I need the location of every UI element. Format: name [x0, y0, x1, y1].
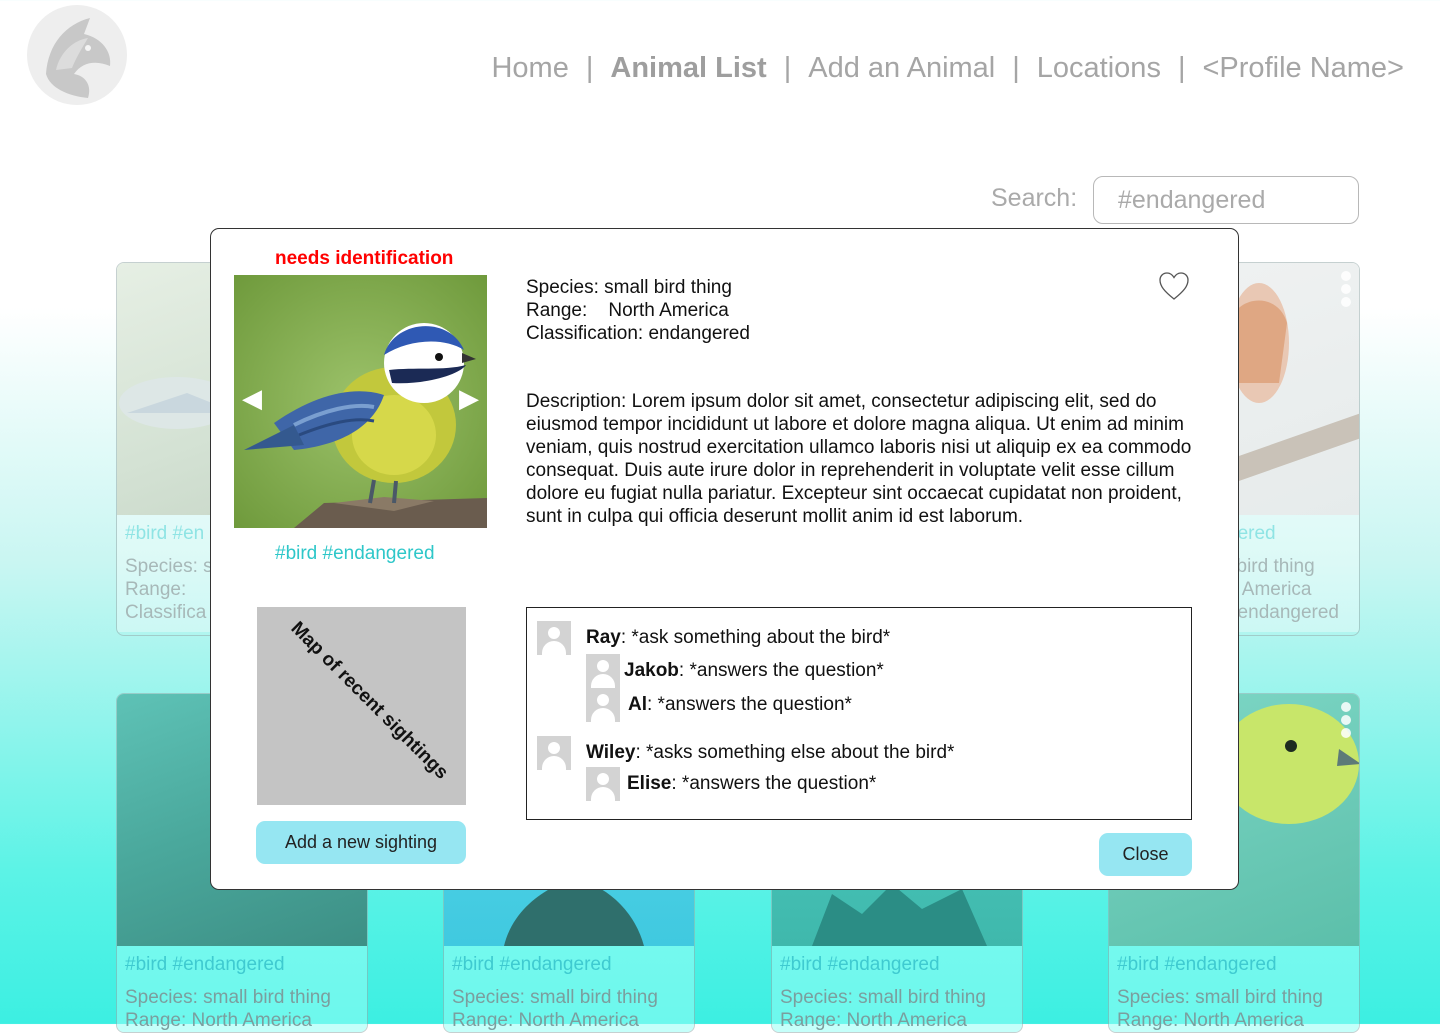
comment-user[interactable]: Jakob	[624, 660, 679, 681]
nav-profile[interactable]: <Profile Name>	[1203, 52, 1405, 85]
next-photo-icon[interactable]: ▶	[459, 385, 479, 411]
animal-species: Species: small bird thing	[526, 277, 732, 298]
animal-classification: Classification: endangered	[526, 323, 750, 344]
comment-text: : *answers the question*	[678, 660, 884, 681]
card-species: Species: small bird thing	[452, 987, 658, 1008]
animal-detail-modal: needs identification ◀ ▶ #bird #endanger…	[210, 228, 1239, 890]
comments-panel: Ray: *ask something about the bird* Jako…	[526, 607, 1192, 820]
card-species: Species: small bird thing	[1117, 987, 1323, 1008]
nav-separator: |	[1177, 52, 1186, 84]
comment-text: : *answers the question*	[647, 694, 852, 715]
card-species: Species: small bird thing	[780, 987, 986, 1008]
nav-animal-list[interactable]: Animal List	[610, 52, 766, 85]
comment-reply: Al: *answers the question*	[586, 688, 852, 722]
card-range: Range: North America	[452, 1010, 639, 1031]
comment-text: : *answers the question*	[671, 773, 877, 794]
animal-info: Species: small bird thing Range: North A…	[526, 276, 750, 345]
wolf-logo-icon	[27, 5, 127, 105]
card-menu-icon[interactable]	[1341, 702, 1351, 738]
add-sighting-button[interactable]: Add a new sighting	[256, 821, 466, 864]
card-tags: #bird #endangered	[452, 954, 612, 975]
comment-reply: Elise: *answers the question*	[586, 767, 876, 801]
comment-user[interactable]: Wiley	[586, 742, 635, 763]
comment-reply: Jakob: *answers the question*	[586, 654, 884, 688]
avatar-icon	[537, 621, 571, 655]
favorite-heart-icon[interactable]	[1158, 271, 1190, 301]
card-range: Range: North America	[125, 1010, 312, 1031]
animal-main-photo: ◀ ▶	[234, 275, 487, 528]
comment-user[interactable]: Al	[628, 694, 647, 715]
nav-separator: |	[585, 52, 594, 84]
comment-text: : *asks something else about the bird*	[635, 742, 955, 763]
nav-locations[interactable]: Locations	[1037, 52, 1161, 85]
card-range: Range: North America	[1117, 1010, 1304, 1031]
comment: Ray: *ask something about the bird*	[537, 621, 890, 655]
main-nav: Home | Animal List | Add an Animal | Loc…	[491, 52, 1404, 85]
map-label: Map of recent sightings	[286, 617, 453, 784]
avatar-icon	[586, 654, 620, 688]
animal-description: Description: Lorem ipsum dolor sit amet,…	[526, 391, 1192, 527]
nav-add-animal[interactable]: Add an Animal	[808, 52, 995, 85]
recent-sightings-map[interactable]: Map of recent sightings	[257, 607, 466, 805]
search-label: Search:	[991, 184, 1078, 212]
comment: Wiley: *asks something else about the bi…	[537, 736, 954, 770]
comment-user[interactable]: Elise	[627, 773, 671, 794]
card-tags: #bird #endangered	[125, 954, 285, 975]
card-tags: #bird #endangered	[780, 954, 940, 975]
card-menu-icon[interactable]	[1341, 271, 1351, 307]
search-input[interactable]	[1093, 176, 1359, 224]
animal-tags[interactable]: #bird #endangered	[275, 543, 435, 565]
avatar-icon	[586, 767, 620, 801]
card-species: Species: small bird thing	[125, 987, 331, 1008]
card-tags: #bird #endangered	[1117, 954, 1277, 975]
avatar-icon	[537, 736, 571, 770]
card-range: Range: North America	[780, 1010, 967, 1031]
nav-home[interactable]: Home	[491, 52, 568, 85]
animal-range: Range: North America	[526, 300, 729, 321]
nav-separator: |	[783, 52, 792, 84]
comment-text: : *ask something about the bird*	[620, 627, 891, 648]
nav-separator: |	[1012, 52, 1020, 84]
needs-identification-flag: needs identification	[275, 248, 454, 269]
avatar-icon	[586, 688, 620, 722]
previous-photo-icon[interactable]: ◀	[242, 385, 262, 411]
close-button[interactable]: Close	[1099, 833, 1192, 876]
comment-user[interactable]: Ray	[586, 627, 621, 648]
